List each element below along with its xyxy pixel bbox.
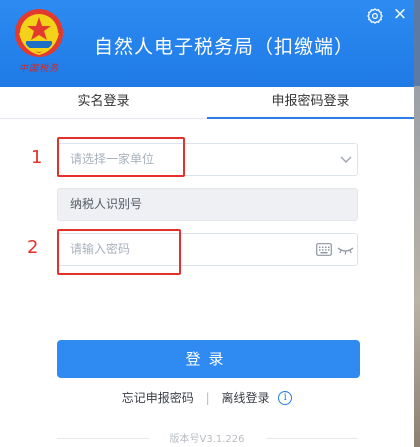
gear-icon[interactable] bbox=[366, 7, 384, 25]
highlight-box-unit bbox=[57, 137, 185, 177]
login-links: 忘记申报密码 | 离线登录 i bbox=[0, 389, 414, 409]
eye-closed-icon[interactable] bbox=[337, 243, 354, 256]
tax-emblem-icon bbox=[15, 9, 63, 57]
app-title: 自然人电子税务局（扣缴端） bbox=[94, 36, 355, 58]
keyboard-icon[interactable] bbox=[316, 243, 332, 256]
step-marker-1: 1 bbox=[31, 147, 43, 168]
tab-password-login[interactable]: 申报密码登录 bbox=[207, 87, 414, 119]
offline-login-link[interactable]: 离线登录 bbox=[221, 391, 269, 405]
highlight-box-password bbox=[57, 229, 181, 275]
emblem-caption: 中国税务 bbox=[18, 64, 59, 74]
login-window: 中国税务 自然人电子税务局（扣缴端） × 实名登录 申报密码登录 请选择一家单位… bbox=[0, 0, 415, 447]
header-bar: 中国税务 自然人电子税务局（扣缴端） × bbox=[0, 0, 414, 87]
taxpayer-id-text: 纳税人识别号 bbox=[70, 197, 143, 211]
chevron-down-icon[interactable] bbox=[339, 152, 353, 166]
tab-realname-login[interactable]: 实名登录 bbox=[0, 87, 207, 118]
login-tabs: 实名登录 申报密码登录 bbox=[0, 87, 414, 119]
version-label: 版本号V3.1.226 bbox=[169, 434, 245, 445]
step-marker-2: 2 bbox=[27, 237, 39, 258]
taxpayer-id-field[interactable]: 纳税人识别号 bbox=[57, 188, 358, 221]
close-button[interactable]: × bbox=[391, 4, 409, 24]
info-icon[interactable]: i bbox=[278, 390, 293, 405]
link-separator: | bbox=[205, 390, 210, 405]
login-button[interactable]: 登录 bbox=[57, 340, 360, 378]
background-edge bbox=[414, 0, 420, 447]
forgot-password-link[interactable]: 忘记申报密码 bbox=[122, 391, 194, 405]
